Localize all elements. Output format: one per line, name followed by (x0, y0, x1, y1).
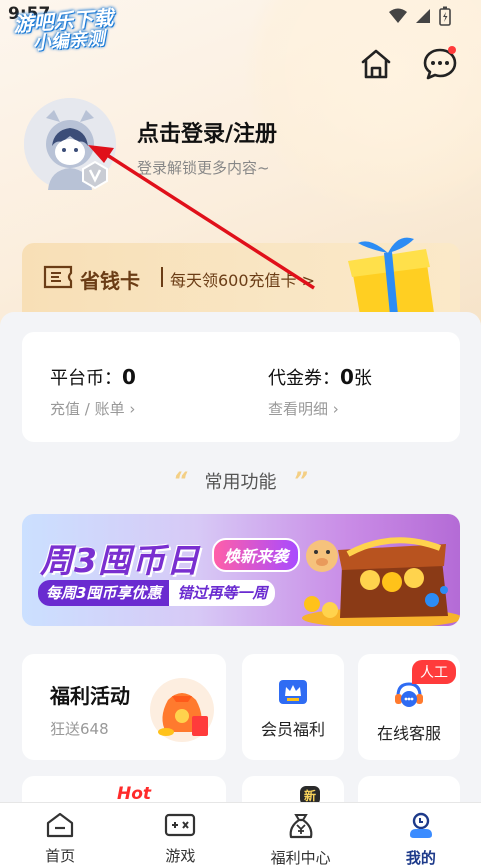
battery-icon (439, 6, 451, 26)
tab-welfare-center[interactable]: 福利中心 (241, 803, 361, 868)
card-icon (43, 265, 73, 289)
unread-dot (448, 46, 456, 54)
quote-left-icon: “ (173, 469, 188, 494)
saving-card[interactable]: 省钱卡 每天领600充值卡 > (22, 237, 460, 315)
home-button[interactable] (356, 44, 396, 84)
divider (161, 267, 163, 287)
hot-badge: Hot (117, 784, 152, 804)
tab-games[interactable]: 游戏 (120, 803, 240, 868)
wifi-icon (389, 8, 407, 23)
vip-level-badge-icon (82, 160, 108, 190)
welfare-title: 福利活动 (50, 684, 130, 708)
member-welfare-label: 会员福利 (260, 720, 325, 739)
message-button[interactable] (420, 44, 460, 84)
red-envelope-bag-icon (150, 678, 214, 742)
chevron-right-icon: > (301, 271, 316, 290)
tab-games-label: 游戏 (165, 847, 196, 865)
platform-coin-label: 平台币：0 (50, 365, 136, 389)
vip-crown-icon (279, 680, 307, 704)
profile-tab-icon (409, 812, 432, 838)
human-service-tag: 人工 (412, 660, 456, 684)
banner-subtitle: 每周3囤币享优惠 错过再等一周 (38, 580, 276, 606)
tab-mine-label: 我的 (405, 849, 436, 867)
money-bag-icon (289, 814, 313, 839)
tab-home[interactable]: 首页 (0, 803, 120, 868)
tab-welfare-center-label: 福利中心 (270, 849, 331, 867)
bottom-nav: 首页 游戏 福利中心 我的 (0, 802, 481, 868)
chevron-right-icon: › (129, 400, 136, 418)
quote-right-icon: ” (293, 469, 308, 494)
tab-mine[interactable]: 我的 (361, 803, 481, 868)
signal-icon (416, 9, 430, 23)
home-tab-icon (47, 812, 74, 838)
saving-card-desc: 每天领600充值卡 > (170, 271, 316, 290)
gift-box-icon (348, 237, 434, 315)
status-icons (389, 6, 451, 26)
saving-card-title: 省钱卡 (80, 269, 140, 293)
promo-banner[interactable]: 周3囤币日 焕新来袭 每周3囤币享优惠 错过再等一周 (22, 514, 460, 626)
gamepad-icon (165, 813, 196, 837)
voucher-detail-link[interactable]: 查看明细 › (268, 398, 339, 419)
login-subtitle: 登录解锁更多内容~ (137, 159, 270, 177)
chevron-right-icon: › (332, 400, 339, 418)
banner-tag: 焕新来袭 (212, 538, 301, 572)
login-register-link[interactable]: 点击登录/注册 (137, 116, 277, 148)
member-welfare-card[interactable]: 会员福利 (242, 654, 344, 760)
treasure-chest-icon (302, 537, 460, 626)
recharge-bill-link[interactable]: 充值 / 账单 › (50, 398, 135, 419)
tab-home-label: 首页 (45, 847, 76, 865)
online-service-label: 在线客服 (376, 724, 441, 743)
home-icon (361, 49, 391, 79)
voucher-value: 0 (340, 365, 354, 389)
wallet-card: 平台币：0 充值 / 账单 › 代金券：0张 查看明细 › (22, 332, 460, 442)
watermark-logo: 游吧乐下载 小编亲测 (13, 6, 116, 56)
section-title: “ 常用功能 ” (173, 469, 308, 494)
welfare-subtitle: 狂送648 (50, 720, 109, 738)
welfare-activity-card[interactable]: 福利活动 狂送648 (22, 654, 226, 760)
voucher-label: 代金券：0张 (268, 365, 372, 389)
platform-coin-value: 0 (122, 365, 136, 389)
banner-title: 周3囤币日 (40, 541, 200, 580)
